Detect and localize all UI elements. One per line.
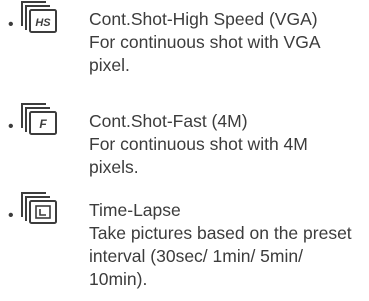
item-title: Cont.Shot-Fast (4M) xyxy=(89,111,248,131)
bullet: • xyxy=(8,207,14,224)
svg-text:F: F xyxy=(39,117,47,131)
bullet: • xyxy=(8,16,14,33)
time-lapse-icon xyxy=(18,191,60,225)
item-title: Cont.Shot-High Speed (VGA) xyxy=(89,9,318,29)
item-title: Time-Lapse xyxy=(89,200,181,220)
item-description: For continuous shot with 4M pixels. xyxy=(89,134,308,177)
bullet: • xyxy=(8,118,14,135)
burst-fast-icon: F xyxy=(18,102,60,136)
burst-high-speed-icon: HS xyxy=(18,0,60,34)
item-description: Take pictures based on the preset interv… xyxy=(89,223,352,289)
svg-text:HS: HS xyxy=(35,17,51,29)
item-description: For continuous shot with VGA pixel. xyxy=(89,32,320,75)
